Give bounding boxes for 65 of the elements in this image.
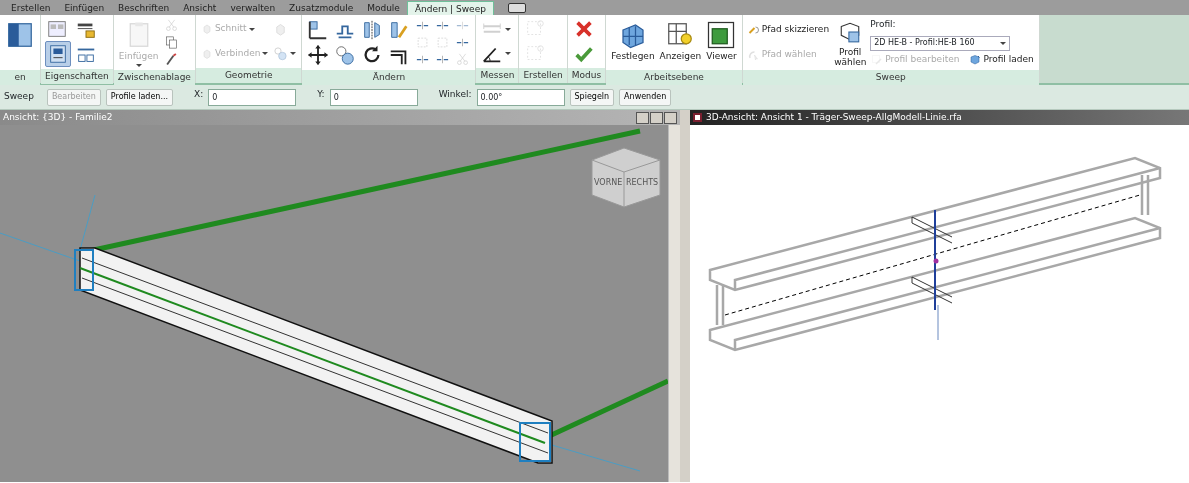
pencil-path-icon: [747, 23, 760, 36]
caret-icon: [1000, 41, 1007, 45]
group-label: en: [0, 70, 40, 85]
options-title: Sweep: [4, 90, 34, 104]
move-icon: [307, 44, 330, 67]
input-field[interactable]: 0: [208, 88, 297, 106]
view-title: Ansicht: {3D} - Familie2: [3, 110, 114, 124]
toolbar-toggle-icon[interactable]: [507, 3, 526, 13]
edit-profile-icon: [871, 53, 884, 66]
tool-button[interactable]: Pfad skizzieren: [746, 22, 831, 37]
option-button[interactable]: Spiegeln: [569, 88, 615, 106]
group-label: Zwischenablage: [113, 70, 195, 85]
ribbon-tab[interactable]: Module: [360, 1, 407, 15]
copy-icon: [163, 35, 179, 50]
group-label: Messen: [476, 68, 519, 83]
tool-button[interactable]: Profil laden: [968, 52, 1035, 67]
group-label: Arbeitsebene: [606, 70, 742, 85]
field-label: Winkel:: [438, 88, 472, 101]
viewer-icon: [706, 20, 737, 50]
close-button[interactable]: [664, 111, 677, 124]
ribbon-tab[interactable]: Ansicht: [176, 1, 224, 15]
view-title: 3D-Ansicht: Ansicht 1 - Träger-Sweep-AllgModell-Linie.rfa: [706, 110, 963, 124]
square-icon: [415, 35, 431, 50]
maximize-button[interactable]: [650, 111, 663, 124]
ribbon-tab[interactable]: Erstellen: [4, 1, 58, 15]
group-label: Eigenschaften: [41, 69, 113, 84]
ribbon-tab[interactable]: Ändern | Sweep: [406, 1, 494, 15]
option-button[interactable]: Anwenden: [619, 88, 672, 106]
square-icon: [435, 35, 451, 50]
cube-icon: [200, 47, 213, 60]
3d-viewport[interactable]: VORNE RECHTS: [0, 125, 668, 482]
circles-icon: [334, 44, 357, 67]
profile-label: Profil:: [870, 18, 897, 32]
field-label: Y:: [317, 88, 325, 101]
cursor-path-icon: [747, 49, 760, 62]
tool-button[interactable]: Viewer: [705, 17, 738, 68]
group-label: Erstellen: [519, 68, 567, 83]
scissors-icon: [163, 18, 179, 33]
ribbon-tab[interactable]: Einfügen: [57, 1, 112, 15]
window-icon: [46, 18, 68, 40]
scissors-icon: [455, 52, 471, 67]
profile-dropdown[interactable]: 2D HE-B - Profil:HE-B 160: [870, 35, 1011, 51]
panel-icon: [5, 20, 35, 50]
view-cube[interactable]: VORNE RECHTS: [591, 147, 661, 208]
minimize-button[interactable]: [636, 111, 649, 124]
properties-icon: [47, 43, 69, 65]
ribbon-tab[interactable]: Zusatzmodule: [282, 1, 361, 15]
ribbon-tab[interactable]: Beschriften: [111, 1, 177, 15]
tool-button[interactable]: Festlegen: [610, 17, 656, 68]
input-field[interactable]: 0: [329, 88, 418, 106]
group-label: Modus: [567, 68, 606, 83]
cube-icon: [200, 23, 213, 36]
view-icon: [693, 113, 702, 122]
load-profile-icon: [969, 53, 982, 66]
ribbon-tab[interactable]: verwalten: [223, 1, 283, 15]
tool-button[interactable]: Anzeigen: [658, 17, 703, 68]
group-label: Geometrie: [195, 68, 302, 83]
group-label: Sweep: [742, 70, 1039, 85]
circles-icon: [273, 46, 289, 62]
input-field[interactable]: 0.00°: [476, 88, 565, 106]
group-label: Ändern: [302, 70, 476, 85]
field-label: X:: [194, 88, 204, 101]
tool-button[interactable]: Profil wählen: [833, 17, 868, 69]
option-button[interactable]: Profile laden...: [105, 88, 174, 106]
scrollbar[interactable]: [668, 125, 680, 482]
